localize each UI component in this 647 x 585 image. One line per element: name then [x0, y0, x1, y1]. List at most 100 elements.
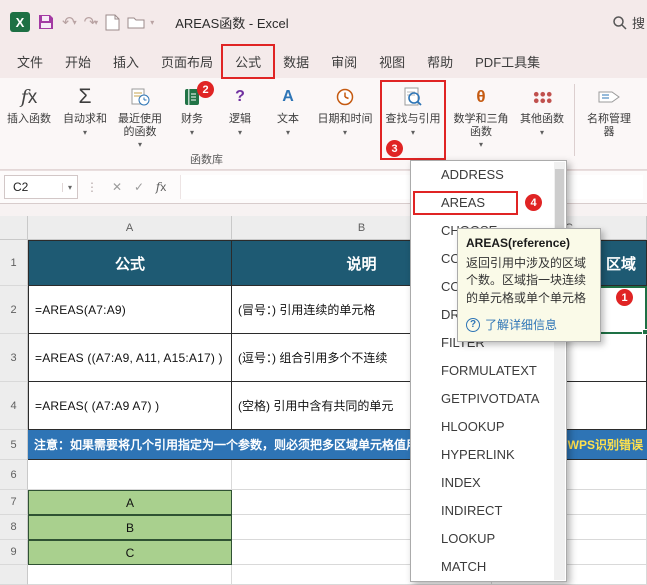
cancel-icon[interactable]: ✕ — [106, 180, 128, 194]
logical-button[interactable]: ? 逻辑 ▾ — [218, 81, 262, 159]
datetime-button[interactable]: 日期和时间 ▾ — [314, 81, 376, 159]
dropdown-item-lookup[interactable]: LOOKUP — [411, 525, 554, 553]
annotation-step-3: 3 — [386, 140, 403, 157]
theta-icon: θ — [476, 87, 486, 106]
dropdown-list: ADDRESS AREAS 4 CHOOSE COLUMN COLUMNS DR… — [411, 161, 554, 581]
select-all-corner[interactable] — [0, 216, 28, 240]
dropdown-item-indirect[interactable]: INDIRECT — [411, 497, 554, 525]
financial-button[interactable]: 财务 ▾ 2 — [170, 81, 214, 159]
recent-functions-icon — [130, 84, 150, 110]
lookup-function-dropdown: ADDRESS AREAS 4 CHOOSE COLUMN COLUMNS DR… — [410, 160, 567, 582]
insert-function-icon[interactable]: fx — [150, 180, 172, 194]
chevron-down-icon[interactable]: ▾ — [411, 128, 415, 137]
row-header-1[interactable]: 1 — [0, 240, 28, 286]
dropdown-item-label: LOOKUP — [441, 531, 496, 546]
dropdown-item-formulatext[interactable]: FORMULATEXT — [411, 357, 554, 385]
menu-insert[interactable]: 插入 — [102, 46, 150, 77]
dropdown-scrollbar[interactable] — [554, 162, 565, 580]
cell-a2[interactable]: =AREAS(A7:A9) — [28, 286, 232, 334]
formula-bar-grip[interactable]: ⋮ — [86, 180, 98, 194]
row-header-2[interactable]: 2 — [0, 286, 28, 334]
cell-a10[interactable] — [28, 565, 232, 585]
dropdown-item-getpivotdata[interactable]: GETPIVOTDATA — [411, 385, 554, 413]
new-document-icon[interactable] — [105, 14, 120, 31]
dropdown-item-match[interactable]: MATCH — [411, 553, 554, 581]
cell-a3[interactable]: =AREAS ((A7:A9, A11, A15:A17) ) — [28, 334, 232, 382]
dropdown-item-areas[interactable]: AREAS 4 — [411, 189, 554, 217]
dropdown-item-address[interactable]: ADDRESS — [411, 161, 554, 189]
redo-button[interactable]: ↷ ▾ — [84, 15, 99, 30]
search-icon — [613, 15, 627, 30]
note-text: 注意：如果需要将几个引用指定为一个参数，则必须把多区域单元格值用 — [34, 438, 419, 452]
menu-pdf-tools[interactable]: PDF工具集 — [464, 46, 551, 77]
dropdown-item-hyperlink[interactable]: HYPERLINK — [411, 441, 554, 469]
undo-button[interactable]: ↶ ▾ — [62, 15, 77, 30]
row-header-5[interactable]: 5 — [0, 430, 28, 460]
cell-a8[interactable]: B — [28, 515, 232, 540]
lookup-reference-button[interactable]: 查找与引用 ▾ 3 — [380, 80, 446, 160]
cell-a4[interactable]: =AREAS( (A7:A9 A7) ) — [28, 382, 232, 430]
save-icon[interactable] — [37, 13, 55, 31]
column-header-a[interactable]: A — [28, 216, 232, 240]
menu-view[interactable]: 视图 — [368, 46, 416, 77]
math-trig-button[interactable]: θ 数学和三角函数 ▾ — [450, 81, 512, 159]
open-folder-icon[interactable] — [127, 15, 145, 30]
text-button[interactable]: A 文本 ▾ — [266, 81, 310, 159]
chevron-down-icon[interactable]: ▾ — [61, 182, 77, 192]
ribbon-group-label: 函数库 — [190, 154, 223, 166]
more-functions-icon — [532, 84, 552, 110]
tooltip-help-link[interactable]: ? 了解详细信息 — [466, 316, 592, 333]
dropdown-item-label: AREAS — [441, 195, 486, 210]
row-header-6[interactable]: 6 — [0, 460, 28, 490]
search-box[interactable]: 搜 — [612, 13, 645, 32]
recent-functions-button[interactable]: 最近使用的函数 ▾ — [114, 81, 166, 159]
excel-logo-icon: X — [10, 12, 30, 32]
dropdown-item-hlookup[interactable]: HLOOKUP — [411, 413, 554, 441]
dropdown-item-index[interactable]: INDEX — [411, 469, 554, 497]
excel-window: X ↶ ▾ ↷ ▾ ▾ AREAS函数 - Excel 搜 文件 开始 插入 页面布… — [0, 0, 647, 585]
enter-icon[interactable]: ✓ — [128, 180, 150, 194]
chevron-down-icon: ▾ — [137, 140, 142, 150]
ribbon-group-divider — [574, 84, 575, 156]
cell-a1[interactable]: 公式 — [28, 240, 232, 286]
dropdown-item-label: MATCH — [441, 559, 487, 574]
logical-icon: ? — [235, 88, 245, 105]
menu-home[interactable]: 开始 — [54, 46, 102, 77]
chevron-down-icon: ▾ — [285, 127, 290, 137]
cell-a9[interactable]: C — [28, 540, 232, 565]
name-box[interactable]: C2 ▾ — [4, 175, 78, 199]
sigma-icon: Σ — [78, 85, 92, 108]
row-header-8[interactable]: 8 — [0, 515, 28, 540]
menu-formulas[interactable]: 公式 — [221, 43, 276, 79]
cell-a6[interactable] — [28, 460, 232, 490]
row-header-3[interactable]: 3 — [0, 334, 28, 382]
cell-reference: C2 — [13, 180, 29, 194]
row-header-10[interactable] — [0, 565, 28, 585]
chevron-down-icon[interactable]: ▾ — [94, 18, 98, 27]
search-label: 搜 — [631, 15, 645, 31]
text-icon: A — [282, 88, 294, 105]
menu-help[interactable]: 帮助 — [416, 46, 464, 77]
chevron-down-icon[interactable]: ▾ — [73, 18, 77, 27]
row-header-4[interactable]: 4 — [0, 382, 28, 430]
menu-review[interactable]: 审阅 — [320, 46, 368, 77]
row-header-7[interactable]: 7 — [0, 490, 28, 515]
lookup-magnifier-icon — [402, 84, 424, 110]
menu-data[interactable]: 数据 — [272, 46, 320, 77]
chevron-down-icon: ▾ — [82, 127, 87, 137]
ribbon: fx 插入函数 Σ 自动求和 ▾ 最近使用的函数 ▾ 财务 ▾ 2 ? 逻辑 ▾ — [0, 78, 647, 170]
row-header-9[interactable]: 9 — [0, 540, 28, 565]
menu-bar: 文件 开始 插入 页面布局 公式 数据 审阅 视图 帮助 PDF工具集 — [0, 43, 647, 79]
more-functions-button[interactable]: 其他函数 ▾ — [516, 81, 568, 159]
annotation-step-4: 4 — [525, 194, 542, 211]
insert-function-button[interactable]: fx 插入函数 — [2, 81, 56, 159]
menu-page-layout[interactable]: 页面布局 — [150, 46, 224, 77]
chevron-down-icon[interactable]: ▾ — [150, 18, 154, 27]
cell-a7[interactable]: A — [28, 490, 232, 515]
dropdown-item-label: INDIRECT — [441, 503, 503, 518]
fill-handle[interactable] — [642, 329, 647, 335]
menu-file[interactable]: 文件 — [6, 46, 54, 77]
menu-formulas-label: 公式 — [235, 54, 262, 70]
name-manager-button[interactable]: 名称管理器 — [581, 81, 637, 159]
autosum-button[interactable]: Σ 自动求和 ▾ — [60, 81, 110, 159]
